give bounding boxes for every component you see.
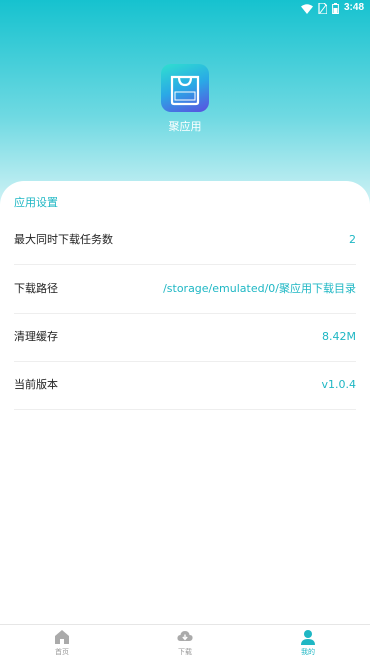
settings-card: 应用设置 最大同时下载任务数 2 下载路径 /storage/emulated/…	[0, 181, 370, 624]
cloud-download-icon	[177, 629, 193, 645]
nav-item-home[interactable]: 首页	[32, 629, 92, 659]
section-title: 应用设置	[14, 196, 58, 209]
user-icon	[300, 629, 316, 645]
setting-row-max-downloads[interactable]: 最大同时下载任务数 2	[14, 216, 356, 265]
nav-label-mine: 我的	[301, 648, 315, 656]
setting-label: 下载路径	[14, 282, 58, 295]
setting-row-version[interactable]: 当前版本 v1.0.4	[14, 361, 356, 410]
nav-label-download: 下载	[178, 648, 192, 656]
setting-label: 清理缓存	[14, 330, 58, 343]
wifi-icon	[300, 0, 313, 18]
battery-icon	[332, 0, 339, 18]
setting-label: 当前版本	[14, 378, 58, 391]
nav-label-home: 首页	[55, 648, 69, 656]
status-icons: 3:48	[300, 1, 364, 15]
app-logo-icon	[161, 64, 209, 112]
nav-item-download[interactable]: 下载	[155, 629, 215, 659]
nav-item-mine[interactable]: 我的	[278, 629, 338, 659]
setting-value: /storage/emulated/0/聚应用下载目录	[163, 282, 356, 295]
home-icon	[54, 629, 70, 645]
setting-label: 最大同时下载任务数	[14, 233, 113, 246]
setting-value: v1.0.4	[321, 378, 357, 391]
setting-value: 2	[349, 233, 356, 246]
status-time: 3:48	[343, 2, 364, 13]
app-name: 聚应用	[168, 120, 202, 133]
setting-row-clear-cache[interactable]: 清理缓存 8.42M	[14, 313, 356, 362]
bottom-nav: 首页 下载 我的	[0, 624, 370, 660]
sim-icon	[318, 0, 328, 18]
setting-value: 8.42M	[322, 330, 356, 343]
status-bar: 3:48	[0, 0, 370, 16]
setting-row-download-path[interactable]: 下载路径 /storage/emulated/0/聚应用下载目录	[14, 265, 356, 314]
